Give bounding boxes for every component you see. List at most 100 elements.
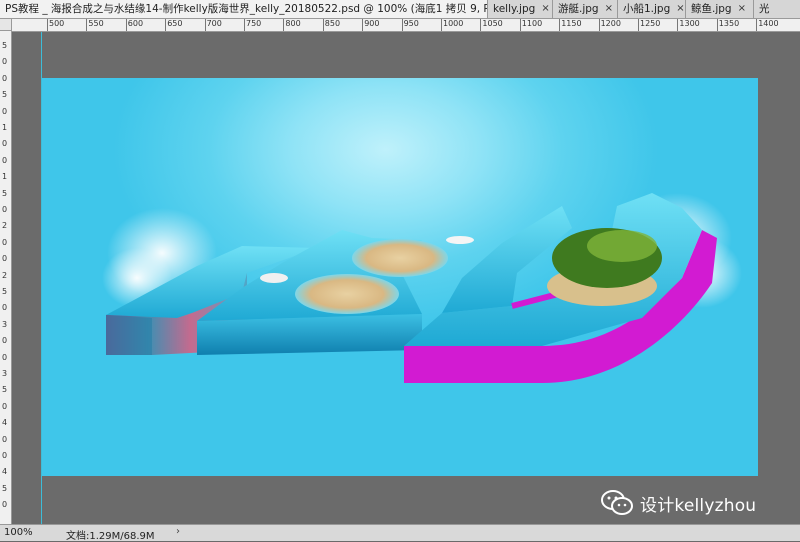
- tab-psd-document[interactable]: PS教程 _ 海报合成之与水结缘14-制作kelly版海世界_kelly_201…: [0, 0, 488, 18]
- tab-label: 鲸鱼.jpg: [691, 3, 732, 15]
- watermark: 设计kellyzhou: [600, 488, 756, 518]
- ruler-tick-label: 1300: [679, 19, 700, 28]
- status-bar: 100% 文档:1.29M/68.9M ›: [0, 524, 800, 542]
- artwork: [102, 193, 742, 383]
- ruler-tick-label: 2: [2, 221, 8, 231]
- document-tab-bar: PS教程 _ 海报合成之与水结缘14-制作kelly版海世界_kelly_201…: [0, 0, 800, 19]
- ruler-tick-label: 0: [2, 401, 8, 411]
- ruler-tick-label: 0: [2, 303, 8, 313]
- tab-label: kelly.jpg: [493, 3, 536, 15]
- ruler-tick-label: 5: [2, 90, 8, 100]
- ruler-tick: [86, 19, 88, 31]
- zoom-level[interactable]: 100%: [4, 527, 33, 538]
- ruler-tick-label: 4: [2, 467, 8, 477]
- tab-boat-jpg[interactable]: 小船1.jpg ×: [618, 0, 686, 18]
- close-icon[interactable]: ×: [676, 0, 684, 18]
- ruler-tick: [480, 19, 482, 31]
- tab-label: 小船1.jpg: [623, 3, 671, 15]
- letter-e-side: [197, 314, 422, 355]
- island-sand-lower: [295, 274, 399, 314]
- ruler-tick-label: 0: [2, 352, 8, 362]
- ruler-tick-label: 0: [2, 73, 8, 83]
- yacht-small: [446, 236, 474, 244]
- ruler-tick-label: 0: [2, 139, 8, 149]
- tab-label: PS教程 _ 海报合成之与水结缘14-制作kelly版海世界_kelly_201…: [5, 3, 488, 15]
- ruler-tick-label: 5: [2, 483, 8, 493]
- ruler-tick-label: 550: [88, 19, 104, 28]
- ruler-tick-label: 1: [2, 172, 8, 182]
- letter-k-front-face: [106, 315, 152, 355]
- ruler-tick-label: 3: [2, 319, 8, 329]
- ruler-tick-label: 850: [324, 19, 341, 28]
- ruler-tick-label: 700: [206, 19, 222, 28]
- ruler-tick-label: 900: [364, 19, 380, 28]
- ruler-tick-label: 0: [2, 155, 8, 165]
- ruler-tick-label: 2: [2, 270, 8, 280]
- ruler-tick: [638, 19, 639, 31]
- ruler-tick: [283, 19, 285, 31]
- ruler-tick: [204, 19, 206, 31]
- ruler-tick: [125, 19, 127, 31]
- ruler-tick-label: 3: [2, 369, 8, 378]
- ruler-tick: [716, 19, 718, 31]
- ruler-tick: [598, 19, 600, 31]
- ruler-tick-label: 800: [285, 19, 301, 28]
- tab-label: 游艇.jpg: [558, 3, 599, 15]
- tab-yacht-jpg[interactable]: 游艇.jpg ×: [553, 0, 618, 18]
- ruler-tick-label: 600: [127, 19, 144, 28]
- tab-kelly-jpg[interactable]: kelly.jpg ×: [488, 0, 553, 18]
- ruler-tick-label: 1400: [758, 19, 779, 28]
- status-menu-arrow-icon[interactable]: ›: [176, 526, 180, 537]
- ruler-tick-label: 1000: [443, 19, 464, 28]
- tab-whale-jpg[interactable]: 鲸鱼.jpg ×: [686, 0, 754, 18]
- ruler-tick: [244, 19, 245, 31]
- ruler-tick: [677, 19, 679, 31]
- ruler-tick-label: 1200: [600, 19, 621, 28]
- ruler-tick-label: 0: [2, 205, 8, 214]
- ruler-tick: [401, 19, 403, 31]
- ruler-tick-label: 750: [246, 19, 262, 28]
- ruler-tick-label: 1100: [521, 19, 543, 28]
- document-canvas[interactable]: [42, 78, 758, 476]
- ruler-tick: [47, 19, 48, 31]
- ruler-tick-label: 4: [2, 418, 8, 428]
- ruler-tick: [165, 19, 167, 31]
- ruler-tick: [322, 19, 324, 31]
- close-icon[interactable]: ×: [541, 0, 549, 18]
- ruler-tick-label: 0: [2, 57, 8, 67]
- ruler-tick-label: 5: [2, 287, 8, 296]
- close-icon[interactable]: ×: [605, 0, 613, 18]
- ruler-tick: [559, 19, 561, 31]
- horizontal-ruler[interactable]: 500 550 600 650 700 750 800 850 900 950 1000 1050 11…: [12, 19, 800, 32]
- ruler-tick: [519, 19, 521, 31]
- ruler-tick-label: 500: [49, 19, 65, 28]
- tree-island-highlight: [587, 230, 657, 262]
- close-icon[interactable]: ×: [738, 0, 746, 18]
- ruler-tick: [362, 19, 364, 31]
- ruler-tick-label: 0: [2, 106, 8, 116]
- tab-light[interactable]: 光: [754, 0, 793, 18]
- ruler-tick-label: 5: [2, 385, 8, 395]
- ruler-tick: [756, 19, 758, 31]
- tab-label: 光: [759, 3, 770, 15]
- ruler-tick-label: 0: [2, 254, 8, 264]
- ruler-corner[interactable]: [0, 19, 12, 31]
- ruler-tick-label: 0: [2, 336, 8, 346]
- ruler-tick-label: 0: [2, 434, 8, 444]
- ruler-tick-label: 650: [167, 19, 183, 28]
- island-sand-upper: [352, 239, 448, 277]
- ruler-tick-label: 0: [2, 500, 8, 510]
- wechat-icon: [601, 490, 633, 515]
- vertical-ruler[interactable]: 5 0 0 5 0 1 0 0 1 5 0 2 0 0 2 5 0 3 0 0 3 5 0 4 0 0 4 5 0: [0, 31, 12, 524]
- ruler-tick-label: 5: [2, 41, 8, 50]
- ruler-tick: [441, 19, 442, 31]
- watermark-text: 设计kellyzhou: [640, 495, 757, 516]
- ruler-tick-label: 1: [2, 123, 8, 132]
- ruler-tick-label: 950: [403, 19, 419, 28]
- yacht-left: [260, 273, 288, 283]
- ruler-tick-label: 1250: [640, 19, 661, 28]
- ruler-tick-label: 1050: [482, 19, 503, 28]
- ruler-tick-label: 0: [2, 237, 8, 247]
- ruler-tick-label: 5: [2, 188, 8, 198]
- ruler-tick-label: 1350: [718, 19, 740, 28]
